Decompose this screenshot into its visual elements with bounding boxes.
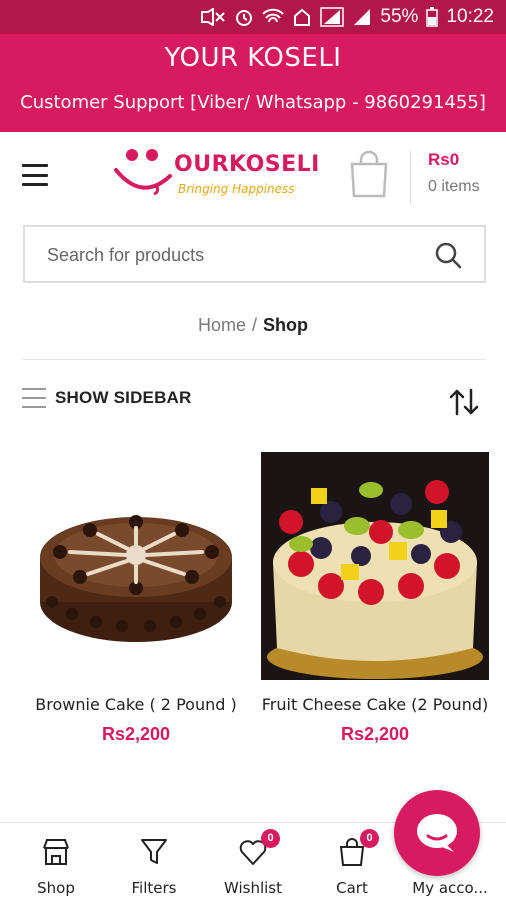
product-image[interactable] bbox=[261, 452, 489, 680]
signal-icon bbox=[352, 7, 372, 27]
battery-level: 55% bbox=[380, 6, 419, 27]
show-sidebar-label: SHOW SIDEBAR bbox=[55, 388, 192, 407]
store-title: YOUR KOSELI bbox=[164, 43, 342, 73]
show-sidebar-button[interactable]: SHOW SIDEBAR bbox=[22, 388, 192, 408]
product-price: Rs2,200 bbox=[101, 724, 171, 744]
logo-text: OURKOSELI bbox=[174, 152, 320, 177]
breadcrumb-home[interactable]: Home bbox=[198, 315, 246, 335]
filter-icon bbox=[104, 833, 204, 867]
nav-shop-label: Shop bbox=[37, 879, 75, 897]
sidebar-icon bbox=[22, 388, 46, 408]
breadcrumb-separator: / bbox=[252, 315, 258, 335]
nav-shop[interactable]: Shop bbox=[6, 833, 106, 897]
product-price: Rs2,200 bbox=[340, 724, 410, 744]
product-name[interactable]: Fruit Cheese Cake (2 Pound) bbox=[261, 694, 489, 716]
bag-icon[interactable] bbox=[348, 150, 390, 203]
signal-icon bbox=[320, 7, 345, 27]
nav-wishlist[interactable]: 0 Wishlist bbox=[203, 829, 303, 897]
search-icon[interactable] bbox=[434, 241, 462, 274]
search-box[interactable]: Search for products bbox=[23, 225, 486, 283]
home-icon bbox=[292, 7, 312, 27]
top-banner: YOUR KOSELI Customer Support [Viber/ Wha… bbox=[0, 34, 506, 132]
alarm-icon bbox=[234, 7, 254, 27]
wishlist-badge: 0 bbox=[261, 829, 280, 848]
breadcrumb: Home / Shop bbox=[0, 315, 506, 336]
bag-icon: 0 bbox=[302, 829, 402, 867]
nav-cart-label: Cart bbox=[336, 879, 368, 897]
chat-icon bbox=[417, 814, 457, 852]
nav-filters-label: Filters bbox=[131, 879, 177, 897]
cart-items-count[interactable]: 0 items bbox=[428, 178, 480, 196]
product-image[interactable] bbox=[22, 452, 250, 680]
battery-icon bbox=[426, 7, 439, 27]
breadcrumb-current: Shop bbox=[263, 315, 309, 335]
nav-my-account-label: My acco... bbox=[412, 879, 488, 897]
product-name[interactable]: Brownie Cake ( 2 Pound ) bbox=[22, 694, 250, 716]
wifi-icon bbox=[262, 7, 285, 27]
clock: 10:22 bbox=[446, 6, 494, 27]
nav-cart[interactable]: 0 Cart bbox=[302, 829, 402, 897]
smiley-icon bbox=[114, 149, 172, 196]
logo-tagline: Bringing Happiness bbox=[178, 182, 295, 196]
heart-icon: 0 bbox=[203, 829, 303, 867]
nav-filters[interactable]: Filters bbox=[104, 833, 204, 897]
store-icon bbox=[6, 833, 106, 867]
cart-badge: 0 bbox=[360, 829, 379, 848]
site-logo[interactable]: OURKOSELI Bringing Happiness bbox=[112, 146, 319, 210]
status-bar: 55% 10:22 bbox=[0, 0, 506, 34]
site-header: OURKOSELI Bringing Happiness Rs0 0 items bbox=[0, 132, 506, 222]
divider bbox=[410, 150, 411, 204]
support-text[interactable]: Customer Support [Viber/ Whatsapp - 9860… bbox=[0, 73, 506, 113]
cart-total[interactable]: Rs0 bbox=[428, 150, 459, 170]
divider bbox=[22, 359, 486, 360]
mute-icon bbox=[200, 8, 226, 26]
product-card[interactable]: Brownie Cake ( 2 Pound ) Rs2,200 bbox=[22, 452, 250, 745]
search-input[interactable]: Search for products bbox=[47, 245, 204, 266]
product-card[interactable]: Fruit Cheese Cake (2 Pound) Rs2,200 bbox=[261, 452, 489, 745]
nav-wishlist-label: Wishlist bbox=[223, 879, 283, 897]
sort-icon[interactable] bbox=[448, 388, 480, 421]
chat-button[interactable] bbox=[394, 790, 480, 876]
menu-icon[interactable] bbox=[22, 164, 48, 186]
